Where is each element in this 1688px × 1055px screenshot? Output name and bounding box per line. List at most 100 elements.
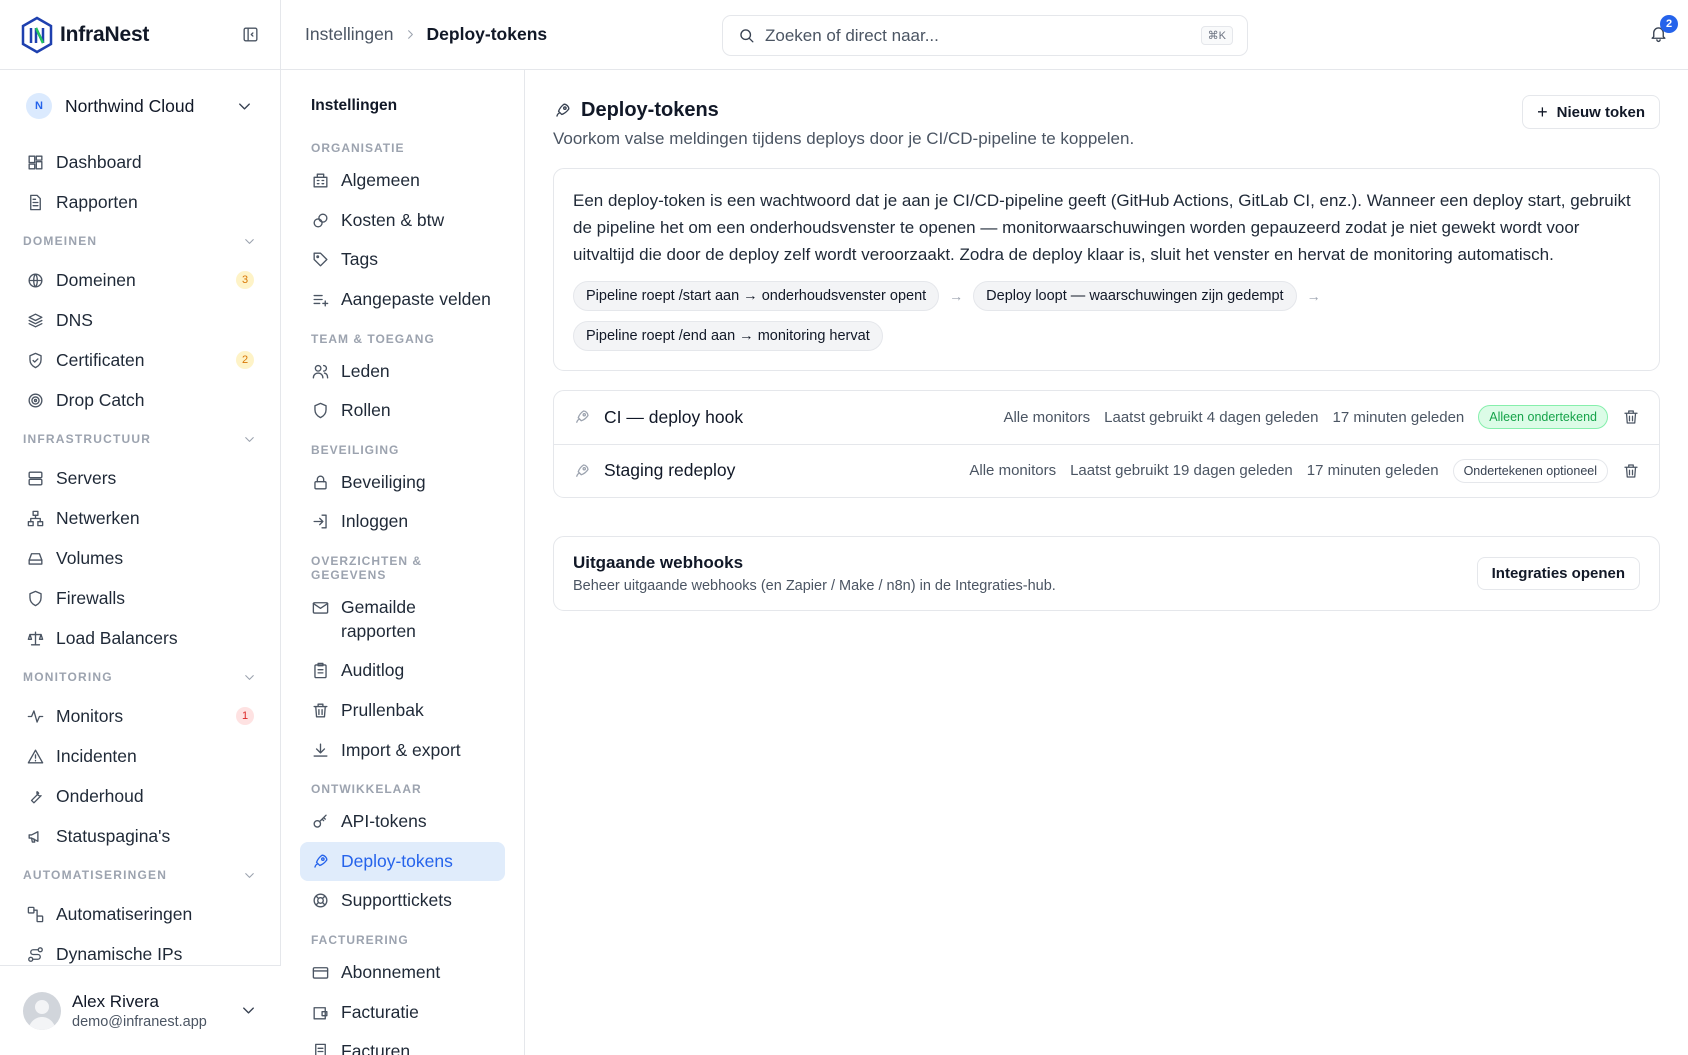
search-placeholder: Zoeken of direct naar... xyxy=(765,25,939,45)
section-infrastructure[interactable]: INFRASTRUCTUUR xyxy=(0,420,280,458)
explanation-card: Een deploy-token is een wachtwoord dat j… xyxy=(553,168,1660,371)
new-token-label: Nieuw token xyxy=(1556,103,1645,121)
arrow-right-icon: → xyxy=(949,287,964,304)
sidebar-item-label: Volumes xyxy=(56,547,124,568)
new-token-button[interactable]: + Nieuw token xyxy=(1522,95,1660,129)
sidebar-item-certificates[interactable]: Certificaten 2 xyxy=(0,340,280,380)
page-header: Deploy-tokens Voorkom valse meldingen ti… xyxy=(553,95,1660,149)
settings-item-custom-fields[interactable]: Aangepaste velden xyxy=(300,280,505,320)
settings-item-emailed-reports[interactable]: Gemailde rapporten xyxy=(300,588,505,651)
flow-steps: Pipeline roept /start aan → onderhoudsve… xyxy=(573,280,1640,351)
token-scope: Alle monitors xyxy=(969,462,1057,480)
sidebar-item-incidents[interactable]: Incidenten xyxy=(0,736,280,776)
network-icon xyxy=(26,509,56,528)
sidebar-item-volumes[interactable]: Volumes xyxy=(0,538,280,578)
wallet-icon xyxy=(311,1001,341,1022)
section-automation[interactable]: AUTOMATISERINGEN xyxy=(0,856,280,894)
search-input[interactable]: Zoeken of direct naar... ⌘K xyxy=(722,15,1248,56)
token-name: CI — deploy hook xyxy=(604,406,744,427)
list-plus-icon xyxy=(311,288,341,309)
sidebar-item-domains[interactable]: Domeinen 3 xyxy=(0,260,280,300)
explanation-text: Een deploy-token is een wachtwoord dat j… xyxy=(573,191,1631,264)
settings-item-roles[interactable]: Rollen xyxy=(300,391,505,431)
settings-item-subscription[interactable]: Abonnement xyxy=(300,953,505,993)
sidebar-item-servers[interactable]: Servers xyxy=(0,458,280,498)
section-monitoring[interactable]: MONITORING xyxy=(0,658,280,696)
breadcrumb-settings[interactable]: Instellingen xyxy=(305,24,394,45)
delete-token-button[interactable] xyxy=(1622,462,1640,480)
status-badge: Alleen ondertekend xyxy=(1478,405,1608,430)
shortcut-hint: ⌘K xyxy=(1200,26,1233,45)
activity-icon xyxy=(26,707,56,726)
notification-count-badge: 2 xyxy=(1660,15,1678,33)
settings-item-deploy-tokens[interactable]: Deploy-tokens xyxy=(300,841,505,882)
sidebar-item-load-balancers[interactable]: Load Balancers xyxy=(0,618,280,658)
sidebar-item-drop-catch[interactable]: Drop Catch xyxy=(0,380,280,420)
avatar xyxy=(23,991,61,1030)
report-icon xyxy=(26,193,56,212)
layers-icon xyxy=(26,311,56,330)
settings-item-api-tokens[interactable]: API-tokens xyxy=(300,802,505,842)
token-row[interactable]: Staging redeploy Alle monitors Laatst ge… xyxy=(554,443,1659,497)
settings-item-costs-vat[interactable]: Kosten & btw xyxy=(300,201,505,241)
token-row[interactable]: CI — deploy hook Alle monitors Laatst ge… xyxy=(554,391,1659,444)
org-name: Northwind Cloud xyxy=(65,95,195,116)
delete-token-button[interactable] xyxy=(1622,408,1640,426)
globe-icon xyxy=(26,271,56,290)
settings-section-title: ONTWIKKELAAR xyxy=(311,782,422,797)
users-icon xyxy=(311,360,341,381)
dashboard-icon xyxy=(26,153,56,172)
org-switcher[interactable]: N Northwind Cloud xyxy=(0,70,280,142)
shield-check-icon xyxy=(26,351,56,370)
settings-item-billing[interactable]: Facturatie xyxy=(300,993,505,1033)
sidebar-item-monitors[interactable]: Monitors 1 xyxy=(0,696,280,736)
lifebuoy-icon xyxy=(311,889,341,910)
settings-item-general[interactable]: Algemeen xyxy=(300,161,505,201)
settings-item-support-tickets[interactable]: Supporttickets xyxy=(300,881,505,921)
sidebar-collapse-icon[interactable] xyxy=(241,25,260,44)
user-menu[interactable]: Alex Rivera demo@infranest.app xyxy=(0,965,281,1055)
settings-item-label: Aangepaste velden xyxy=(341,288,491,309)
section-title: AUTOMATISERINGEN xyxy=(23,868,168,882)
sidebar-item-dns[interactable]: DNS xyxy=(0,300,280,340)
sidebar-item-label: Rapporten xyxy=(56,191,138,212)
settings-section-title: ORGANISATIE xyxy=(311,141,405,155)
settings-item-label: Prullenbak xyxy=(341,699,424,720)
settings-item-label: Abonnement xyxy=(341,962,441,982)
scale-icon xyxy=(26,629,56,648)
target-icon xyxy=(26,391,56,410)
sidebar-item-label: Monitors xyxy=(56,705,124,726)
settings-item-trash[interactable]: Prullenbak xyxy=(300,691,505,731)
open-integrations-button[interactable]: Integraties openen xyxy=(1476,556,1640,590)
brand: InfraNest xyxy=(0,0,280,70)
breadcrumb-current: Deploy-tokens xyxy=(426,24,548,44)
sidebar-item-automations[interactable]: Automatiseringen xyxy=(0,894,280,934)
settings-item-label: Inloggen xyxy=(341,511,409,532)
sidebar-item-networks[interactable]: Netwerken xyxy=(0,498,280,538)
search-icon xyxy=(737,26,756,45)
sidebar-item-label: Load Balancers xyxy=(56,627,178,648)
settings-section-title: OVERZICHTEN & GEGEVENS xyxy=(311,554,423,582)
settings-item-members[interactable]: Leden xyxy=(300,352,505,392)
wrench-icon xyxy=(26,787,56,806)
settings-item-label: API-tokens xyxy=(341,811,427,832)
sidebar-item-label: Drop Catch xyxy=(56,389,145,410)
settings-item-label: Gemailde rapporten xyxy=(341,597,416,641)
chevron-down-icon xyxy=(239,1001,258,1020)
workflow-icon xyxy=(26,905,56,924)
settings-item-invoices[interactable]: Facturen xyxy=(300,1032,505,1055)
notifications-button[interactable]: 2 xyxy=(1649,15,1678,43)
flow-step: Pipeline roept /end aan → monitoring her… xyxy=(573,320,883,351)
settings-item-login[interactable]: Inloggen xyxy=(300,502,505,542)
sidebar-item-reports[interactable]: Rapporten xyxy=(0,182,280,222)
settings-item-import-export[interactable]: Import & export xyxy=(300,731,505,771)
settings-item-audit-log[interactable]: Auditlog xyxy=(300,651,505,691)
sidebar-item-firewalls[interactable]: Firewalls xyxy=(0,578,280,618)
settings-item-label: Auditlog xyxy=(341,660,405,681)
sidebar-item-maintenance[interactable]: Onderhoud xyxy=(0,776,280,816)
section-domains[interactable]: DOMEINEN xyxy=(0,222,280,260)
settings-item-security[interactable]: Beveiliging xyxy=(300,463,505,503)
settings-item-tags[interactable]: Tags xyxy=(300,240,505,280)
sidebar-item-status-pages[interactable]: Statuspagina's xyxy=(0,816,280,856)
sidebar-item-dashboard[interactable]: Dashboard xyxy=(0,142,280,182)
